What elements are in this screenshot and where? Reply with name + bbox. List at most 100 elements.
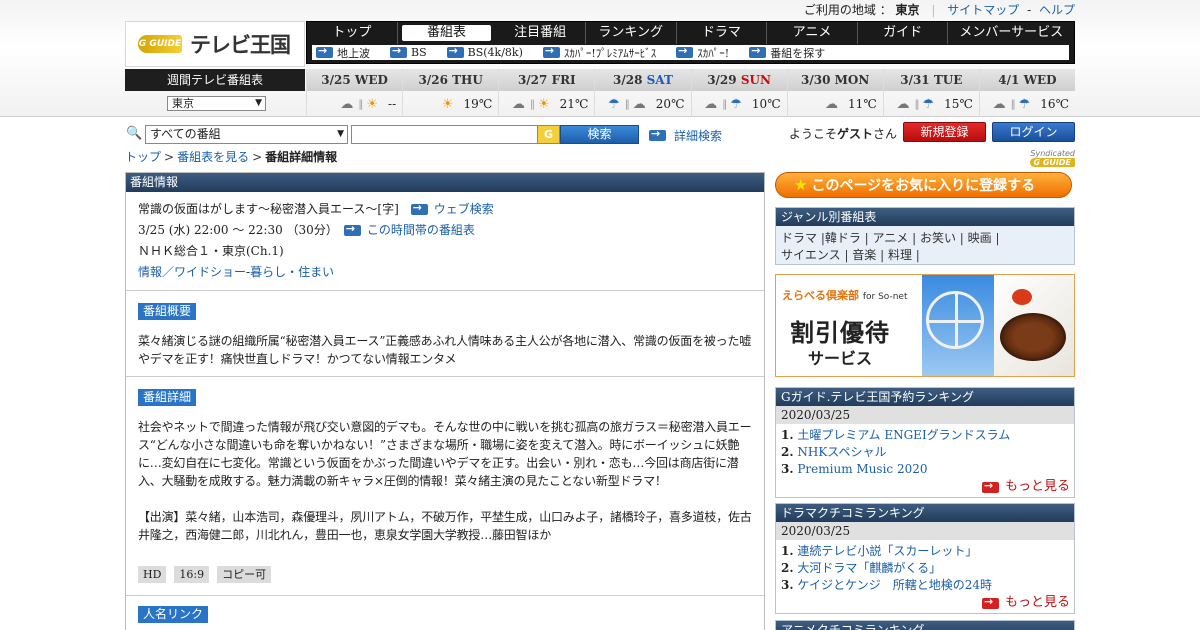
arrow-right-icon	[649, 127, 666, 141]
g-guide-search-icon: G	[538, 125, 560, 144]
genre-link-living[interactable]: 暮らし・住まい	[250, 262, 334, 283]
forecast-date: 3/30 MON	[787, 69, 883, 91]
ranking-item[interactable]: 3. ケイジとケンジ 所轄と地検の24時	[781, 577, 1069, 594]
genre-link-info[interactable]: 情報／ワイドショー	[138, 262, 246, 283]
forecast-day[interactable]: 3/26 THU ☀ 19℃	[402, 69, 499, 117]
ranking1-date: 2020/03/25	[776, 406, 1074, 424]
syndicated-g-guide-logo: Syndicated G GUIDE	[1029, 149, 1075, 167]
arrow-right-icon	[316, 44, 333, 58]
detail-label: 番組詳細	[138, 389, 197, 406]
forecast-temp: 16℃	[1040, 97, 1069, 111]
ranking1-more-link[interactable]: もっと見る	[776, 478, 1074, 496]
forecast-day[interactable]: 3/29 SUN ☁ ‖ ☂ 10℃	[690, 69, 787, 117]
panel-header: 番組情報	[126, 173, 764, 192]
logo-text: テレビ王国	[190, 33, 291, 57]
weather-divider: ‖	[358, 98, 364, 110]
subnav-terrestrial[interactable]: 地上波	[316, 44, 370, 61]
nav-anime[interactable]: アニメ	[767, 22, 858, 44]
weekly-tv-label[interactable]: 週間テレビ番組表	[125, 69, 305, 91]
add-favorite-button[interactable]: ★ このページをお気に入りに登録する	[775, 172, 1072, 198]
nav-guide[interactable]: ガイド	[858, 22, 949, 44]
nav-member-service[interactable]: メンバーサービス	[948, 22, 1074, 44]
help-link[interactable]: ヘルプ	[1039, 3, 1075, 17]
advanced-search-link[interactable]: 詳細検索	[649, 127, 722, 144]
drama-review-ranking-box: ドラマクチコミランキング 2020/03/25 1. 連続テレビ小説「スカーレッ…	[775, 503, 1075, 614]
ad-banner[interactable]: えらべる倶楽部 for So-net 割引優待 サービス	[775, 274, 1075, 377]
cloud-icon: ☁	[704, 96, 718, 112]
sitemap-link[interactable]: サイトマップ	[947, 3, 1019, 17]
ranking2-more-link[interactable]: もっと見る	[776, 594, 1074, 612]
register-button[interactable]: 新規登録	[903, 122, 986, 142]
forecast-date: 3/28 SAT	[595, 69, 691, 91]
tag-copy: コピー可	[217, 566, 272, 583]
subnav-bs[interactable]: BS	[390, 44, 427, 59]
tag-aspect: 16:9	[174, 566, 210, 583]
ad-headline: 割引優待	[790, 319, 890, 347]
forecast-day[interactable]: 3/28 SAT ☂ ‖ ☁ 20℃	[594, 69, 691, 117]
forecast-weather: ☁ ‖ ☂ 15℃	[884, 91, 979, 117]
login-button[interactable]: ログイン	[992, 122, 1075, 142]
person-link-section: 人名リンク	[126, 596, 764, 623]
breadcrumb-current: 番組詳細情報	[265, 150, 338, 164]
arrow-right-icon	[676, 44, 694, 58]
detail-text: 社会やネットで間違った情報が飛び交い意図的デマも。そんな世の中に戦いを挑む孤高の…	[138, 420, 752, 488]
subnav-find-program[interactable]: 番組を探す	[749, 44, 825, 61]
ranking1-list: 1. 土曜プレミアム ENGEIグランドスラム 2. NHKスペシャル 3. P…	[776, 424, 1074, 478]
nav-schedule[interactable]: 番組表	[401, 25, 492, 41]
nav-top[interactable]: トップ	[307, 22, 398, 44]
forecast-day[interactable]: 3/30 MON ☁ 11℃	[786, 69, 883, 117]
forecast-temp: 10℃	[751, 97, 781, 111]
forecast-temp: 19℃	[463, 97, 493, 111]
nav-featured[interactable]: 注目番組	[495, 22, 586, 44]
forecast-day[interactable]: 4/1 WED ☁ ‖ ☂ 16℃	[978, 69, 1075, 117]
arrow-right-icon	[542, 44, 560, 58]
forecast-temp: --	[388, 97, 397, 111]
genre-links[interactable]: ドラマ |韓ドラ | アニメ | お笑い | 映画 | サイエンス | 音楽 |…	[776, 226, 1074, 264]
summary-label: 番組概要	[138, 303, 197, 320]
search-button[interactable]: 検索	[560, 125, 639, 144]
web-search-link[interactable]: ウェブ検索	[410, 199, 494, 220]
forecast-weather: ☂ ‖ ☁ 20℃	[595, 91, 690, 117]
search-input[interactable]	[351, 125, 538, 144]
breadcrumb-top[interactable]: トップ	[125, 150, 161, 164]
breadcrumb-schedule[interactable]: 番組表を見る	[177, 150, 249, 164]
sub-nav: 地上波 BS BS(4k/8k) ｽｶﾊﾟｰ!ﾌﾟﾚﾐｱﾑｻｰﾋﾞｽ ｽｶﾊﾟｰ…	[312, 44, 1069, 61]
ranking-item[interactable]: 3. Premium Music 2020	[781, 461, 1069, 478]
detail-section: 番組詳細 社会やネットで間違った情報が飛び交い意図的デマも。そんな世の中に戦いを…	[126, 377, 764, 596]
forecast-day[interactable]: 3/27 FRI ☁ ‖ ☀ 21℃	[498, 69, 595, 117]
timeslot-schedule-link[interactable]: この時間帯の番組表	[343, 220, 475, 241]
person-link-label: 人名リンク	[138, 606, 209, 623]
ranking-item[interactable]: 1. 連続テレビ小説「スカーレット」	[781, 543, 1069, 560]
forecast-day[interactable]: 3/25 WED ☁ ‖ ☀ --	[306, 69, 403, 117]
umbrella-icon: ☂	[1018, 96, 1031, 112]
forecast-temp: 20℃	[655, 97, 685, 111]
region-select[interactable]: 東京 ▼	[167, 96, 266, 111]
forecast-weather: ☁ 11℃	[788, 91, 883, 117]
weather-divider: ‖	[1010, 98, 1016, 110]
ranking2-header: ドラマクチコミランキング	[776, 504, 1074, 522]
weather-divider: ‖	[624, 98, 630, 110]
star-icon: ★	[794, 176, 808, 194]
ranking1-header: Gガイド.テレビ王国予約ランキング	[776, 388, 1074, 406]
nav-ranking[interactable]: ランキング	[586, 22, 677, 44]
ranking-item[interactable]: 1. 土曜プレミアム ENGEIグランドスラム	[781, 427, 1069, 444]
nav-drama[interactable]: ドラマ	[677, 22, 768, 44]
subnav-skyperfect-premium[interactable]: ｽｶﾊﾟｰ!ﾌﾟﾚﾐｱﾑｻｰﾋﾞｽ	[542, 44, 656, 61]
forecast-temp: 11℃	[848, 97, 877, 111]
program-channel: ＮＨＫ総合１・東京(Ch.1)	[138, 244, 284, 258]
arrow-right-icon	[446, 44, 464, 58]
site-logo[interactable]: G GUIDE テレビ王国	[125, 21, 305, 67]
forecast-date: 3/27 FRI	[499, 69, 595, 91]
program-tags: HD 16:9 コピー可	[138, 566, 752, 583]
genre-line-2[interactable]: サイエンス | 音楽 | 料理 |	[781, 247, 1069, 264]
ranking-item[interactable]: 2. 大河ドラマ「麒麟がくる」	[781, 560, 1069, 577]
subnav-bs4k8k[interactable]: BS(4k/8k)	[446, 44, 523, 59]
subnav-skyperfect[interactable]: ｽｶﾊﾟｰ!	[676, 44, 729, 61]
main-nav: トップ 番組表 注目番組 ランキング ドラマ アニメ ガイド メンバーサービス …	[306, 21, 1075, 64]
ranking-item[interactable]: 2. NHKスペシャル	[781, 444, 1069, 461]
genre-box-header: ジャンル別番組表	[776, 208, 1074, 226]
forecast-day[interactable]: 3/31 TUE ☁ ‖ ☂ 15℃	[882, 69, 979, 117]
arrow-right-icon	[981, 595, 999, 609]
search-category-select[interactable]: すべての番組 ▼	[145, 125, 348, 144]
genre-line-1[interactable]: ドラマ |韓ドラ | アニメ | お笑い | 映画 |	[781, 230, 1069, 247]
